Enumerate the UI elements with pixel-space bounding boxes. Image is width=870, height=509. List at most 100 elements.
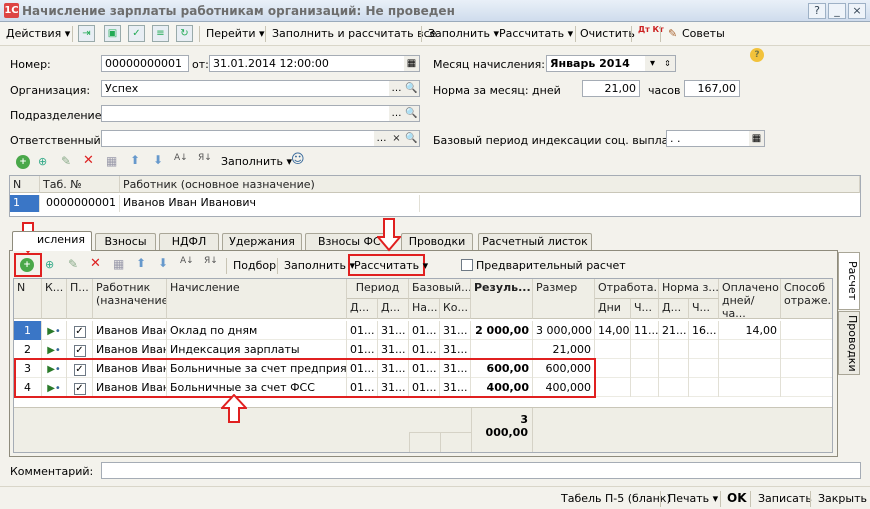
sick-leave-highlight-box bbox=[14, 358, 596, 398]
sort-desc-icon[interactable]: Я↓ bbox=[198, 153, 212, 163]
tab-postings[interactable]: Проводки bbox=[401, 233, 473, 250]
col-worker[interactable]: Работник (основное назначение) bbox=[120, 176, 860, 193]
inner-fill-menu[interactable]: Заполнить ▾ bbox=[284, 259, 355, 272]
end-edit-icon[interactable]: ▦ bbox=[106, 154, 117, 168]
help-window-icon[interactable]: ? bbox=[808, 3, 826, 19]
col-accrual[interactable]: Начисление bbox=[167, 279, 347, 319]
dtkt-icon[interactable]: Дт Кт bbox=[638, 26, 664, 34]
inner-sort-desc-icon[interactable]: Я↓ bbox=[204, 256, 218, 266]
date-field[interactable]: 31.01.2014 12:00:00 bbox=[209, 55, 405, 72]
add-icon[interactable]: + bbox=[16, 155, 30, 169]
col-p[interactable]: П... bbox=[67, 279, 93, 319]
active-checkbox[interactable]: ✓ bbox=[73, 345, 86, 357]
resp-clear-icon[interactable]: × bbox=[389, 130, 405, 147]
ok-button[interactable]: OK bbox=[727, 491, 747, 505]
table-row[interactable]: 2▶•✓Иванов Иван...Индексация зарплаты01.… bbox=[14, 340, 832, 359]
tab-ndfl[interactable]: НДФЛ bbox=[159, 233, 219, 250]
clear-button[interactable]: Очистить bbox=[580, 27, 635, 40]
inner-move-up-icon[interactable]: ⬆ bbox=[136, 256, 146, 270]
preliminary-checkbox[interactable] bbox=[461, 259, 473, 271]
inner-edit-icon[interactable]: ✎ bbox=[68, 257, 78, 271]
col-period[interactable]: Период bbox=[347, 279, 409, 299]
dept-select-icon[interactable]: … bbox=[389, 105, 405, 122]
save-button[interactable]: Записать bbox=[758, 492, 812, 505]
inner-end-edit-icon[interactable]: ▦ bbox=[113, 257, 124, 271]
base-period-label: Базовый период индексации соц. выплат: bbox=[433, 134, 679, 147]
org-field[interactable]: Успех bbox=[101, 80, 390, 97]
table-row[interactable]: 1 0000000001 Иванов Иван Иванович bbox=[10, 195, 860, 212]
tab-contributions[interactable]: Взносы bbox=[95, 233, 156, 250]
inner-add-icon[interactable]: + bbox=[20, 258, 34, 272]
month-spin-icon[interactable]: ⇕ bbox=[660, 55, 676, 72]
dept-field[interactable] bbox=[101, 105, 390, 122]
col-result[interactable]: Резуль... bbox=[471, 279, 533, 319]
col-n[interactable]: N bbox=[10, 176, 40, 193]
inner-copy-icon[interactable]: ⊕ bbox=[45, 258, 54, 271]
refresh-icon[interactable]: ↻ bbox=[176, 25, 193, 42]
col-tab[interactable]: Таб. № bbox=[40, 176, 120, 193]
base-calendar-icon[interactable]: ▦ bbox=[749, 130, 765, 147]
col-paid[interactable]: Оплачено дней/ча... bbox=[719, 279, 781, 319]
top-fill-menu[interactable]: Заполнить ▾ bbox=[221, 155, 292, 168]
org-search-icon[interactable]: 🔍 bbox=[404, 80, 420, 97]
copy-icon[interactable]: ⊕ bbox=[38, 155, 47, 168]
month-dropdown-icon[interactable]: ▾ bbox=[645, 55, 661, 72]
col-worked[interactable]: Отработа... bbox=[595, 279, 659, 299]
table-row[interactable]: 1▶•✓Иванов Иван...Оклад по дням01...31..… bbox=[14, 321, 832, 340]
number-field[interactable]: 00000000001 bbox=[101, 55, 189, 72]
inner-delete-icon[interactable]: ✕ bbox=[90, 256, 101, 271]
save-icon[interactable]: ✓ bbox=[128, 25, 145, 42]
tabel-button[interactable]: Табель П-5 (бланк) bbox=[561, 492, 671, 505]
minimize-icon[interactable]: _ bbox=[828, 3, 846, 19]
structure-icon[interactable]: ≡ bbox=[152, 25, 169, 42]
edit-icon[interactable]: ✎ bbox=[61, 154, 71, 168]
close-button[interactable]: Закрыть bbox=[818, 492, 867, 505]
tab-deductions[interactable]: Удержания bbox=[222, 233, 302, 250]
norm-hours-field[interactable]: 167,00 bbox=[684, 80, 740, 97]
resp-select-icon[interactable]: … bbox=[374, 130, 390, 147]
side-tab-postings[interactable]: Проводки bbox=[838, 311, 860, 375]
col-base[interactable]: Базовый... bbox=[409, 279, 471, 299]
month-field[interactable]: Январь 2014 bbox=[546, 55, 646, 72]
base-period-field[interactable]: . . bbox=[666, 130, 750, 147]
fill-menu[interactable]: Заполнить ▾ bbox=[428, 27, 499, 40]
inner-calculate-menu[interactable]: Рассчитать ▾ bbox=[354, 259, 428, 272]
go-menu[interactable]: Перейти ▾ bbox=[206, 27, 265, 40]
col-size[interactable]: Размер bbox=[533, 279, 595, 319]
resp-search-icon[interactable]: 🔍 bbox=[404, 130, 420, 147]
tips-button[interactable]: Советы bbox=[682, 27, 725, 40]
inner-sort-asc-icon[interactable]: A↓ bbox=[180, 256, 194, 266]
tab-payslip[interactable]: Расчетный листок bbox=[478, 233, 592, 250]
col-worker[interactable]: Работник (назначение) bbox=[93, 279, 167, 319]
move-up-icon[interactable]: ⬆ bbox=[130, 153, 140, 167]
post-icon[interactable]: ▣ bbox=[104, 25, 121, 42]
col-k[interactable]: К... bbox=[42, 279, 67, 319]
calendar-icon[interactable]: ▦ bbox=[404, 55, 420, 72]
comment-field[interactable] bbox=[101, 462, 861, 479]
col-norm[interactable]: Норма з... bbox=[659, 279, 719, 299]
close-window-icon[interactable]: × bbox=[848, 3, 866, 19]
side-tab-calc[interactable]: Расчет bbox=[838, 252, 860, 310]
norm-days-field[interactable]: 21,00 bbox=[582, 80, 640, 97]
post-close-icon[interactable]: ⇥ bbox=[78, 25, 95, 42]
col-method[interactable]: Способ отраже... bbox=[781, 279, 832, 319]
print-menu[interactable]: Печать ▾ bbox=[668, 492, 718, 505]
select-button[interactable]: Подбор bbox=[233, 259, 276, 272]
dept-search-icon[interactable]: 🔍 bbox=[404, 105, 420, 122]
col-n[interactable]: N bbox=[14, 279, 42, 319]
help-icon[interactable]: ? bbox=[750, 48, 764, 62]
tab-accruals[interactable]: исления bbox=[12, 231, 92, 251]
move-down-icon[interactable]: ⬇ bbox=[153, 153, 163, 167]
sort-asc-icon[interactable]: A↓ bbox=[174, 153, 188, 163]
delete-icon[interactable]: ✕ bbox=[83, 153, 94, 168]
actions-menu[interactable]: Действия ▾ bbox=[6, 27, 70, 40]
resp-field[interactable] bbox=[101, 130, 375, 147]
org-select-icon[interactable]: … bbox=[389, 80, 405, 97]
calculate-menu[interactable]: Рассчитать ▾ bbox=[499, 27, 573, 40]
fill-calc-all-button[interactable]: Заполнить и рассчитать все bbox=[272, 27, 436, 40]
inner-move-down-icon[interactable]: ⬇ bbox=[158, 256, 168, 270]
norm-label: Норма за месяц: дней bbox=[433, 84, 561, 97]
employee-icon[interactable]: ☺ bbox=[291, 152, 305, 167]
tips-icon[interactable]: ✎ bbox=[668, 27, 677, 40]
active-checkbox[interactable]: ✓ bbox=[73, 326, 86, 338]
